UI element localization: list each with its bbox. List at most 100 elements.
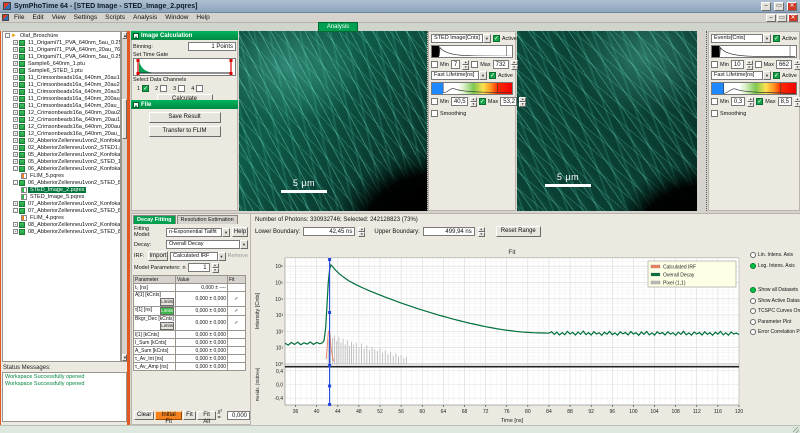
tree-item[interactable]: +02_AbberiorZellenneu1von2_STED1.ptu	[3, 144, 120, 151]
tree-item-label[interactable]: Sample6_STED_1.ptu	[26, 68, 85, 74]
tree-item[interactable]: +02_AbberiorZellenneu1von2_Konfokal2.ptu	[3, 137, 120, 144]
parameter-value[interactable]: 0,000 ± 0,000	[175, 291, 228, 307]
irf-import-button[interactable]: Import	[148, 251, 168, 261]
expander-icon[interactable]: -	[13, 166, 18, 171]
tree-item-label[interactable]: 11_Crimsonbeads16a_640nm_20au2.ptu	[26, 82, 120, 88]
lifetime-histogram[interactable]	[431, 82, 513, 95]
dropdown-arrow-icon[interactable]: ▼	[217, 251, 226, 261]
parameter-value[interactable]: 0,000 ± 0,000	[175, 362, 228, 371]
tree-item[interactable]: +05_AbberiorZellenneu1von2_STED_130au2.p	[3, 158, 120, 165]
dropdown-arrow-icon[interactable]: ▼	[479, 71, 488, 80]
parameter-value[interactable]: 0,000 ± 0,000	[175, 354, 228, 363]
tree-item[interactable]: - 07_AbberiorZellenneu1von2_STED_80au2.pt	[3, 207, 120, 214]
dropdown-arrow-icon[interactable]: ▼	[763, 71, 772, 80]
dropdown-arrow-icon[interactable]: ▼	[763, 34, 772, 43]
tab-analysis[interactable]: Analysis	[318, 22, 358, 32]
channel-checkbox[interactable]	[178, 85, 186, 92]
limits-button[interactable]: Limits	[160, 298, 174, 306]
tree-item[interactable]: +11_Crimsonbeads16a_640nm_200au_766nm	[3, 95, 120, 102]
close-icon[interactable]: ✕	[787, 1, 797, 11]
file-panel-header[interactable]: ▲ File	[131, 100, 238, 109]
fit-checkbox[interactable]: ✓	[234, 296, 238, 302]
binning-input[interactable]: 1 Points	[188, 42, 236, 51]
max-input[interactable]: 53,2	[500, 97, 518, 106]
max-input[interactable]: 662	[775, 60, 792, 69]
dropdown-arrow-icon[interactable]: ▼	[222, 227, 230, 237]
tree-item-label[interactable]: 12_Crimsonbeads16a_640nm_20au1.ptu	[26, 117, 120, 123]
tree-item[interactable]: +12_Crimsonbeads16a_640nm_20au2.ptu	[3, 109, 120, 116]
min-input[interactable]: 7	[450, 60, 461, 69]
plot-option-axis[interactable]: Lin. Intens. Axis	[750, 252, 800, 258]
channel-checkbox[interactable]	[160, 85, 168, 92]
tree-item[interactable]: +11_Crimsonbeads16a_640nm_20au3.ptu	[3, 88, 120, 95]
menu-edit[interactable]: Edit	[28, 14, 47, 21]
upper-boundary-spinner[interactable]: ▲ ▼	[477, 227, 485, 237]
expander-icon[interactable]: -	[13, 208, 18, 213]
max-checkbox[interactable]	[471, 61, 479, 68]
tree-item[interactable]: +11_Origami71_PVA_640nm_5au_0.25MHz13.p	[3, 39, 120, 46]
dropdown-arrow-icon[interactable]: ▼	[482, 34, 491, 43]
min-input[interactable]: 40,5	[450, 97, 468, 106]
tree-item-label[interactable]: 07_AbberiorZellenneu1von2_STED_80au2.pt	[26, 208, 120, 214]
save-result-button[interactable]: Save Result	[148, 112, 221, 123]
tree-item-label[interactable]: 11_Origami71_PVA_640nm_5au_0.25MHz1.p	[26, 54, 120, 60]
tree-item-label[interactable]: 05_AbberiorZellenneu1von2_STED_130au2.p	[26, 159, 120, 165]
max-spinner[interactable]: ▲ ▼	[519, 97, 527, 107]
tree-item[interactable]: +11_Crimsonbeads16a_640nm_20au1.ptu	[3, 74, 120, 81]
smoothing-checkbox[interactable]	[431, 110, 438, 117]
parameter-value[interactable]: 0,000 ± 0,000	[175, 315, 228, 331]
tree-item[interactable]: - ► Olaf_Broschüre	[3, 32, 120, 39]
expander-icon[interactable]: +	[13, 110, 18, 115]
parameter-value[interactable]: 0,000 ± 0,000	[175, 330, 228, 339]
initial-fit-button[interactable]: Initial Fit	[155, 410, 183, 425]
parameter-value[interactable]: 0,000 ± 0,000	[175, 346, 228, 355]
tree-item-label[interactable]: 12_Crimsonbeads16a_640nm_200au_766nm	[26, 124, 120, 130]
tree-item-label[interactable]: 08_AbberiorZellenneu1von2_Konfokal_8au3	[26, 222, 120, 228]
limits-button[interactable]: Limits	[160, 307, 174, 315]
max-spinner[interactable]: ▲ ▼	[510, 60, 518, 70]
tree-item[interactable]: - 06_AbberiorZellenneu1von2_STED_80au2.pt	[3, 179, 120, 186]
tree-item[interactable]: +11_Crimsonbeads16a_640nm_20au_nachSTE	[3, 102, 120, 109]
expander-icon[interactable]: +	[13, 103, 18, 108]
image-splitter-2[interactable]	[706, 31, 707, 211]
max-input[interactable]: 732	[492, 60, 509, 69]
channel-checkbox[interactable]	[196, 85, 204, 92]
sidebar-splitter[interactable]	[127, 31, 130, 425]
tree-item[interactable]: STED_Image_5.pqres	[3, 193, 120, 200]
active-checkbox[interactable]	[773, 72, 781, 79]
tree-item-label[interactable]: 11_Crimsonbeads16a_640nm_20au1.ptu	[26, 75, 120, 81]
expander-icon[interactable]: +	[13, 89, 18, 94]
lifetime-channel-dropdown[interactable]: Fast Lifetime[ns] ▼	[711, 71, 772, 80]
tree-item[interactable]: +08_AbberiorZellenneu1von2_Konfokal_8au3	[3, 221, 120, 228]
min-spinner[interactable]: ▲ ▼	[469, 97, 477, 107]
time-gate-plot[interactable]	[133, 58, 236, 76]
tree-item[interactable]: +11_Origami71_PVA_640nm_5au_0.25MHz1.p	[3, 53, 120, 60]
help-button[interactable]: Help	[232, 227, 248, 237]
radio-icon[interactable]	[750, 252, 756, 258]
maximize-icon[interactable]: ▭	[774, 1, 784, 11]
irf-dropdown[interactable]: Calculated IRF ▼	[170, 251, 226, 261]
tree-item-label[interactable]: 12_Crimsonbeads16a_640nm_20au_nachSTE	[26, 131, 120, 137]
plot-option-dataset[interactable]: Error Correlation Plot	[750, 329, 800, 335]
expander-icon[interactable]: +	[13, 68, 18, 73]
intensity-histogram[interactable]	[711, 45, 797, 58]
expander-icon[interactable]: -	[5, 33, 10, 38]
menu-file[interactable]: File	[10, 14, 28, 21]
expander-icon[interactable]: +	[13, 138, 18, 143]
fitting-model-dropdown[interactable]: n-Exponential Tailfit ▼	[166, 227, 230, 237]
parameter-value[interactable]: 0,000 ± ----	[175, 283, 228, 292]
expander-icon[interactable]: +	[13, 124, 18, 129]
plot-option-dataset[interactable]: Parameter Plot	[750, 318, 800, 325]
max-input[interactable]: 8,5	[777, 97, 792, 106]
min-spinner[interactable]: ▲ ▼	[747, 97, 755, 107]
transfer-to-flim-button[interactable]: Transfer to FLIM	[148, 126, 221, 137]
tree-item-label[interactable]: 06_AbberiorZellenneu1von2_Konfokal_8au1	[26, 166, 120, 172]
expander-icon[interactable]: +	[13, 117, 18, 122]
child-close-icon[interactable]: ✕	[788, 13, 798, 22]
expander-icon[interactable]: +	[13, 152, 18, 157]
expander-icon[interactable]: -	[13, 180, 18, 185]
min-spinner[interactable]: ▲ ▼	[462, 60, 470, 70]
tree-item-label[interactable]: STED_Image_5.pqres	[28, 194, 86, 200]
active-checkbox[interactable]	[489, 72, 497, 79]
max-spinner[interactable]: ▲ ▼	[793, 60, 800, 70]
